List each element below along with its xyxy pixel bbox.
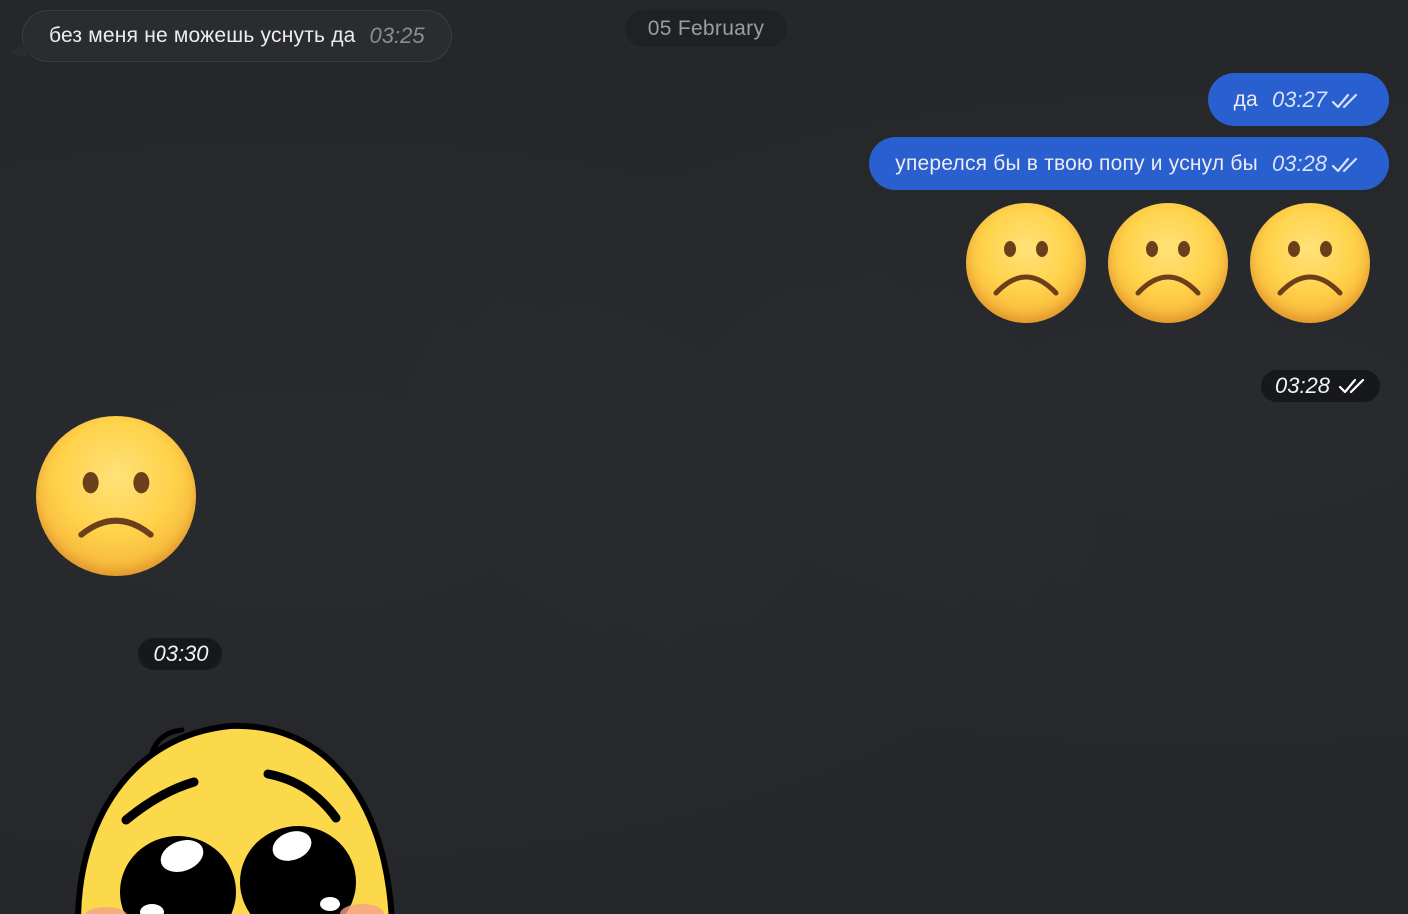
message-time-value: 03:28 (1274, 373, 1331, 398)
message-time: 03:30 (138, 638, 222, 670)
message-text: да (1233, 87, 1258, 111)
message-time: 03:28 (1272, 151, 1361, 177)
frowning-face-emoji (1108, 203, 1228, 323)
pleading-face-sticker[interactable] (70, 722, 396, 914)
message-time-value: 03:27 (1271, 86, 1327, 112)
message-text: без меня не можешь уснуть да (49, 24, 356, 47)
outgoing-message[interactable]: уперелся бы в твою попу и уснул бы 03:28 (869, 137, 1389, 190)
message-time-value: 03:28 (1271, 150, 1327, 176)
message-time: 03:28 (1261, 370, 1380, 402)
message-time: 03:25 (369, 23, 425, 48)
outgoing-message[interactable]: да 03:27 (1207, 73, 1389, 126)
frowning-face-emoji (1250, 203, 1370, 323)
double-check-icon (1338, 378, 1365, 394)
double-check-icon (1331, 93, 1358, 108)
message-text: уперелся бы в твою попу и уснул бы (895, 151, 1258, 175)
message-time: 03:27 (1272, 87, 1361, 113)
bubble-tail (11, 42, 35, 62)
frowning-face-emoji (36, 416, 196, 576)
double-check-icon (1331, 157, 1358, 172)
date-separator: 05 February (625, 10, 787, 47)
frowning-face-emoji (966, 203, 1086, 323)
chat-area[interactable]: без меня не можешь уснуть да 03:25 05 Fe… (0, 0, 1408, 914)
incoming-message[interactable]: без меня не можешь уснуть да 03:25 (22, 10, 452, 62)
